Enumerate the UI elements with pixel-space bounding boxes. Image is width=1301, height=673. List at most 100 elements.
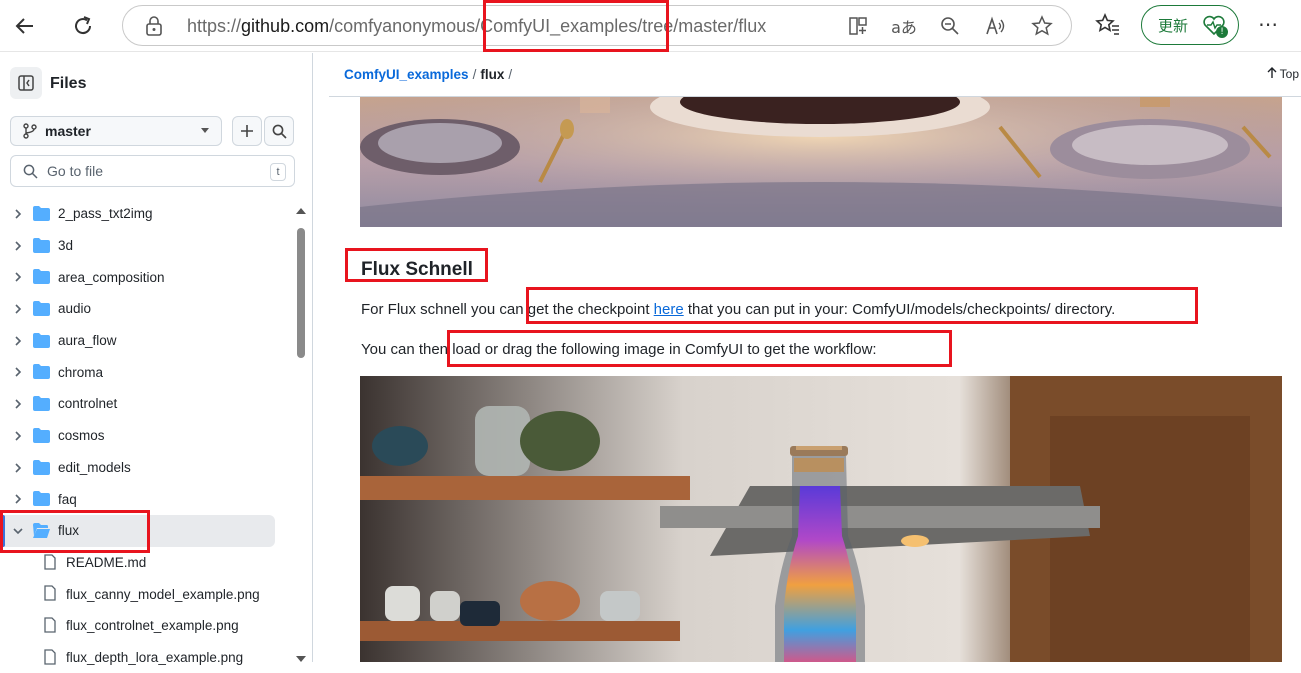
- tree-file-label: flux_depth_lora_example.png: [66, 649, 244, 665]
- top-label: Top: [1279, 67, 1299, 81]
- chevron-right-icon[interactable]: [12, 240, 24, 252]
- reload-button[interactable]: [67, 10, 99, 42]
- tree-folder[interactable]: cosmos: [0, 420, 290, 452]
- url-path: /comfyanonymous/ComfyUI_examples/tree/ma…: [329, 16, 767, 36]
- zoom-out-icon[interactable]: [937, 13, 963, 39]
- tree-folder[interactable]: chroma: [0, 356, 290, 388]
- tree-folder[interactable]: area_composition: [0, 261, 290, 293]
- search-icon: [23, 164, 38, 179]
- tree-file[interactable]: flux_controlnet_example.png: [0, 610, 290, 642]
- folder-icon: [33, 427, 50, 443]
- collapse-sidebar-button[interactable]: [10, 67, 42, 99]
- section-heading-flux-schnell: Flux Schnell: [361, 259, 473, 280]
- chevron-right-icon[interactable]: [12, 493, 24, 505]
- url-text[interactable]: https://github.com/comfyanonymous/ComfyU…: [187, 16, 766, 37]
- file-icon: [44, 648, 56, 665]
- tree-folder-label: aura_flow: [58, 333, 117, 349]
- lock-icon: [146, 16, 162, 36]
- folder-open-icon: [33, 522, 50, 538]
- favorite-star-icon[interactable]: [1029, 13, 1055, 39]
- sidebar-scrollbar[interactable]: [296, 208, 306, 662]
- tree-folder-label: controlnet: [58, 396, 118, 412]
- chevron-right-icon[interactable]: [12, 208, 24, 220]
- tree-folder-label: flux: [58, 523, 80, 539]
- favorites-list-icon: [1095, 13, 1119, 35]
- back-to-top-button[interactable]: Top: [1267, 67, 1299, 81]
- favorites-button[interactable]: [1095, 12, 1121, 42]
- sidebar-collapse-icon: [18, 75, 34, 91]
- tree-folder-label: 3d: [58, 238, 74, 254]
- folder-icon: [33, 269, 50, 285]
- chevron-right-icon[interactable]: [12, 271, 24, 283]
- chevron-right-icon[interactable]: [12, 335, 24, 347]
- go-to-file-placeholder: Go to file: [47, 163, 104, 179]
- chevron-right-icon[interactable]: [12, 430, 24, 442]
- go-to-file-input[interactable]: Go to file t: [10, 155, 295, 187]
- chevron-right-icon[interactable]: [12, 398, 24, 410]
- tree-folder-label: cosmos: [58, 428, 105, 444]
- chevron-right-icon[interactable]: [12, 462, 24, 474]
- tree-file[interactable]: flux_canny_model_example.png: [0, 578, 290, 610]
- tree-folder[interactable]: audio: [0, 293, 290, 325]
- breadcrumb-separator: /: [472, 67, 477, 82]
- tree-folder[interactable]: faq: [0, 483, 290, 515]
- folder-icon: [33, 206, 50, 221]
- read-aloud-icon[interactable]: [983, 13, 1009, 39]
- chevron-down-icon[interactable]: [12, 525, 24, 537]
- breadcrumb-separator: /: [508, 67, 513, 82]
- tree-folder[interactable]: aura_flow: [0, 325, 290, 357]
- tree-file[interactable]: README.md: [0, 547, 290, 579]
- chevron-down-icon: [201, 128, 209, 133]
- chevron-right-icon[interactable]: [12, 366, 24, 378]
- chevron-right-icon[interactable]: [12, 303, 24, 315]
- tree-folder[interactable]: 3d: [0, 230, 290, 262]
- paragraph-text: that you can put in your: ComfyUI/models…: [683, 301, 1116, 318]
- reload-icon: [75, 16, 92, 35]
- url-prefix: https://: [187, 16, 242, 36]
- folder-icon: [33, 491, 50, 507]
- example-image-cake: [360, 97, 1282, 227]
- folder-icon: [33, 396, 50, 412]
- back-button[interactable]: [9, 10, 41, 42]
- url-host: github.com: [241, 16, 330, 36]
- paragraph-workflow: You can then load or drag the following …: [361, 341, 877, 358]
- tree-file[interactable]: flux_depth_lora_example.png: [0, 642, 290, 673]
- tree-folder[interactable]: controlnet: [0, 388, 290, 420]
- tree-folder-label: edit_models: [58, 459, 131, 475]
- example-image-bottle: [360, 376, 1282, 662]
- update-button[interactable]: 更新 !: [1141, 5, 1239, 45]
- folder-icon: [33, 301, 50, 317]
- branch-name: master: [45, 123, 91, 139]
- checkpoint-link[interactable]: here: [654, 301, 684, 318]
- folder-icon: [33, 237, 50, 253]
- add-file-button[interactable]: [232, 116, 262, 146]
- address-bar[interactable]: https://github.com/comfyanonymous/ComfyU…: [122, 5, 1072, 46]
- search-files-button[interactable]: [264, 116, 294, 146]
- tree-folder[interactable]: 2_pass_txt2img: [0, 198, 290, 230]
- tree-folder[interactable]: edit_models: [0, 452, 290, 484]
- file-icon: [44, 553, 56, 570]
- paragraph-text: For Flux schnell you can get the checkpo…: [361, 301, 654, 318]
- tree-folder-selected[interactable]: flux: [0, 514, 275, 547]
- split-screen-icon[interactable]: [845, 13, 871, 39]
- update-label: 更新: [1158, 16, 1189, 35]
- scroll-down-arrow-icon[interactable]: [296, 656, 306, 662]
- breadcrumb-repo-link[interactable]: ComfyUI_examples: [344, 67, 469, 82]
- branch-selector[interactable]: master: [10, 116, 222, 146]
- tree-folder-label: 2_pass_txt2img: [58, 206, 153, 222]
- tree-file-label: README.md: [66, 554, 147, 570]
- file-tree: 2_pass_txt2img 3d area_composition audio…: [0, 198, 290, 673]
- tree-folder-label: area_composition: [58, 269, 165, 285]
- tree-file-label: flux_controlnet_example.png: [66, 618, 239, 634]
- update-badge: !: [1216, 26, 1228, 38]
- file-tree-sidebar: Files master Go to file t 2_pass_txt2img…: [0, 53, 313, 665]
- more-menu-button[interactable]: ⋯: [1258, 12, 1278, 37]
- scrollbar-thumb[interactable]: [297, 228, 305, 358]
- translate-icon[interactable]: aあ: [891, 13, 917, 39]
- scroll-up-arrow-icon[interactable]: [296, 208, 306, 214]
- back-arrow-icon: [15, 18, 33, 34]
- breadcrumb-current-dir: flux: [480, 67, 505, 82]
- files-title: Files: [50, 75, 87, 92]
- address-bar-icons: aあ: [845, 13, 1055, 39]
- file-icon: [44, 585, 56, 601]
